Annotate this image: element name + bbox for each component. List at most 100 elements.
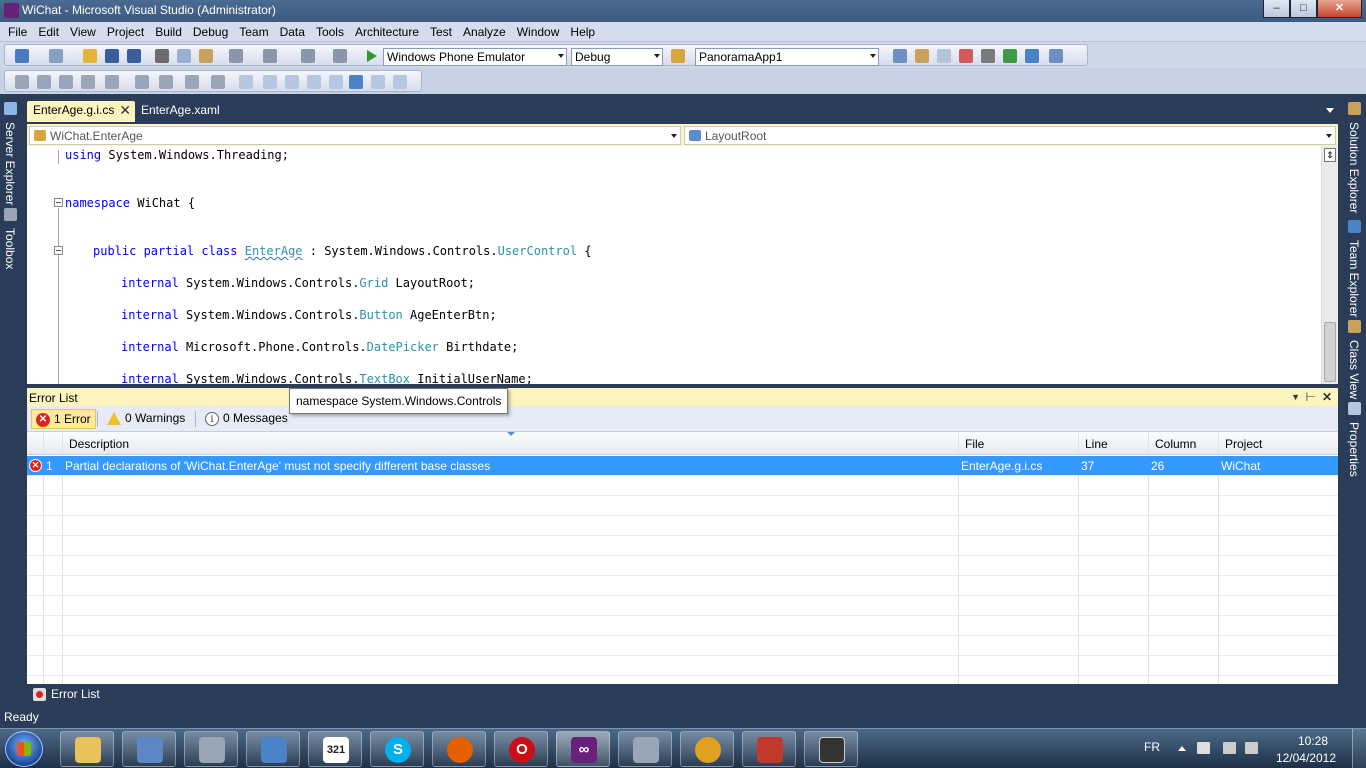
clear-bookmarks-icon[interactable] — [393, 75, 407, 89]
close-pane-icon[interactable]: ✕ — [1322, 390, 1332, 404]
uncomment-icon[interactable] — [185, 75, 199, 89]
cut-icon[interactable] — [155, 49, 169, 63]
taskbar-firefox[interactable] — [432, 731, 486, 767]
close-button[interactable]: ✕ — [1317, 0, 1362, 18]
configuration-combo[interactable]: Debug — [571, 48, 663, 66]
bookmark-icon[interactable] — [239, 75, 253, 89]
menu-view[interactable]: View — [66, 22, 103, 42]
increase-indent-icon[interactable] — [135, 75, 149, 89]
solution-explorer-tab[interactable]: Solution Explorer — [1347, 122, 1361, 213]
column-description[interactable]: Description — [69, 437, 129, 451]
menu-data[interactable]: Data — [276, 22, 312, 42]
column-line[interactable]: Line — [1085, 437, 1108, 451]
clock-date[interactable]: 12/04/2012 — [1276, 751, 1336, 765]
previous-bookmark-folder-icon[interactable] — [307, 75, 321, 89]
toolbox-icon[interactable] — [981, 49, 995, 63]
errors-filter-button[interactable]: ✕ 1 Error — [31, 409, 96, 429]
previous-bookmark-document-icon[interactable] — [349, 75, 363, 89]
tab-enterage-xaml[interactable]: EnterAge.xaml — [135, 101, 226, 122]
network-icon[interactable] — [1223, 742, 1236, 754]
solution-explorer-icon[interactable] — [915, 49, 929, 63]
table-row[interactable]: ✕ 1 Partial declarations of 'WiChat.Ente… — [27, 456, 1338, 476]
server-explorer-tab[interactable]: Server Explorer — [3, 122, 17, 205]
tab-error-list[interactable]: Error List — [29, 685, 104, 704]
copy-icon[interactable] — [177, 49, 191, 63]
menu-debug[interactable]: Debug — [189, 22, 235, 42]
add-item-icon[interactable] — [49, 49, 63, 63]
show-hidden-icons-icon[interactable] — [1178, 746, 1186, 751]
taskbar-phone-emulator[interactable] — [804, 731, 858, 767]
parameter-info-icon[interactable] — [37, 75, 51, 89]
menu-edit[interactable]: Edit — [34, 22, 66, 42]
maximize-button[interactable]: □ — [1290, 0, 1317, 18]
undo-icon[interactable] — [229, 49, 243, 63]
split-handle-icon[interactable]: ⇕ — [1324, 148, 1336, 162]
find-in-files-icon[interactable] — [671, 49, 685, 63]
messages-filter-button[interactable]: i 0 Messages — [201, 409, 292, 429]
start-debugging-icon[interactable] — [367, 50, 377, 62]
language-indicator[interactable]: FR — [1144, 740, 1160, 754]
redo-icon[interactable] — [263, 49, 277, 63]
close-tab-icon[interactable]: ✕ — [119, 102, 131, 119]
comment-out-icon[interactable] — [159, 75, 173, 89]
taskbar-skype[interactable]: S — [370, 731, 424, 767]
display-object-members-icon[interactable] — [15, 75, 29, 89]
class-view-tab[interactable]: Class View — [1347, 340, 1361, 399]
taskbar-explorer[interactable] — [60, 731, 114, 767]
taskbar-settings[interactable] — [680, 731, 734, 767]
menu-build[interactable]: Build — [151, 22, 189, 42]
column-column[interactable]: Column — [1155, 437, 1196, 451]
menu-help[interactable]: Help — [566, 22, 602, 42]
window-position-icon[interactable]: ▼ — [1291, 392, 1300, 402]
taskbar-device-manager[interactable] — [184, 731, 238, 767]
editor-scrollbar[interactable]: ⇕ — [1321, 146, 1338, 384]
team-explorer-tab[interactable]: Team Explorer — [1347, 240, 1361, 317]
taskbar-zoom-tool[interactable] — [618, 731, 672, 767]
next-bookmark-document-icon[interactable] — [371, 75, 385, 89]
menu-architecture[interactable]: Architecture — [351, 22, 426, 42]
paste-icon[interactable] — [199, 49, 213, 63]
target-device-combo[interactable]: Windows Phone Emulator — [383, 48, 567, 66]
warnings-filter-button[interactable]: 0 Warnings — [103, 409, 189, 429]
column-file[interactable]: File — [965, 437, 984, 451]
start-page-icon[interactable] — [1003, 49, 1017, 63]
next-bookmark-folder-icon[interactable] — [329, 75, 343, 89]
collapse-namespace-icon[interactable] — [54, 198, 63, 207]
save-icon[interactable] — [105, 49, 119, 63]
next-bookmark-icon[interactable] — [285, 75, 299, 89]
show-desktop-button[interactable] — [1352, 729, 1366, 768]
new-project-icon[interactable] — [15, 49, 29, 63]
menu-tools[interactable]: Tools — [312, 22, 351, 42]
find-icon[interactable] — [893, 49, 907, 63]
object-browser-icon[interactable] — [959, 49, 973, 63]
action-center-icon[interactable] — [1197, 742, 1210, 754]
find-combo[interactable]: PanoramaApp1 — [695, 48, 879, 66]
word-completion-icon[interactable] — [81, 75, 95, 89]
start-button[interactable] — [5, 731, 43, 767]
navigate-backward-icon[interactable] — [301, 49, 315, 63]
volume-icon[interactable] — [1245, 742, 1258, 754]
scrollbar-thumb[interactable] — [1324, 322, 1336, 382]
menu-test[interactable]: Test — [426, 22, 459, 42]
taskbar-visual-studio[interactable]: ∞ — [556, 731, 610, 767]
extension-manager-icon[interactable] — [1025, 49, 1039, 63]
taskbar-remote-desktop[interactable] — [122, 731, 176, 767]
menu-file[interactable]: File — [4, 22, 34, 42]
navigate-forward-icon[interactable] — [333, 49, 347, 63]
previous-bookmark-icon[interactable] — [263, 75, 277, 89]
menu-window[interactable]: Window — [513, 22, 567, 42]
toolbox-tab[interactable]: Toolbox — [3, 228, 17, 269]
decrease-indent-icon[interactable] — [105, 75, 119, 89]
menu-team[interactable]: Team — [235, 22, 275, 42]
taskbar-3d-builder[interactable] — [742, 731, 796, 767]
code-editor[interactable]: using System.Windows.Threading; namespac… — [27, 146, 1338, 384]
auto-hide-pin-icon[interactable]: ⊢ — [1306, 390, 1316, 404]
save-all-icon[interactable] — [127, 49, 141, 63]
tab-enterage-g-i-cs[interactable]: EnterAge.g.i.cs ✕ — [27, 101, 135, 122]
menu-analyze[interactable]: Analyze — [459, 22, 513, 42]
types-combo[interactable]: WiChat.EnterAge — [29, 126, 681, 145]
taskbar-windows-update[interactable] — [246, 731, 300, 767]
collapse-class-icon[interactable] — [54, 246, 63, 255]
taskbar-calendar[interactable]: 321 — [308, 731, 362, 767]
minimize-button[interactable]: – — [1263, 0, 1290, 18]
